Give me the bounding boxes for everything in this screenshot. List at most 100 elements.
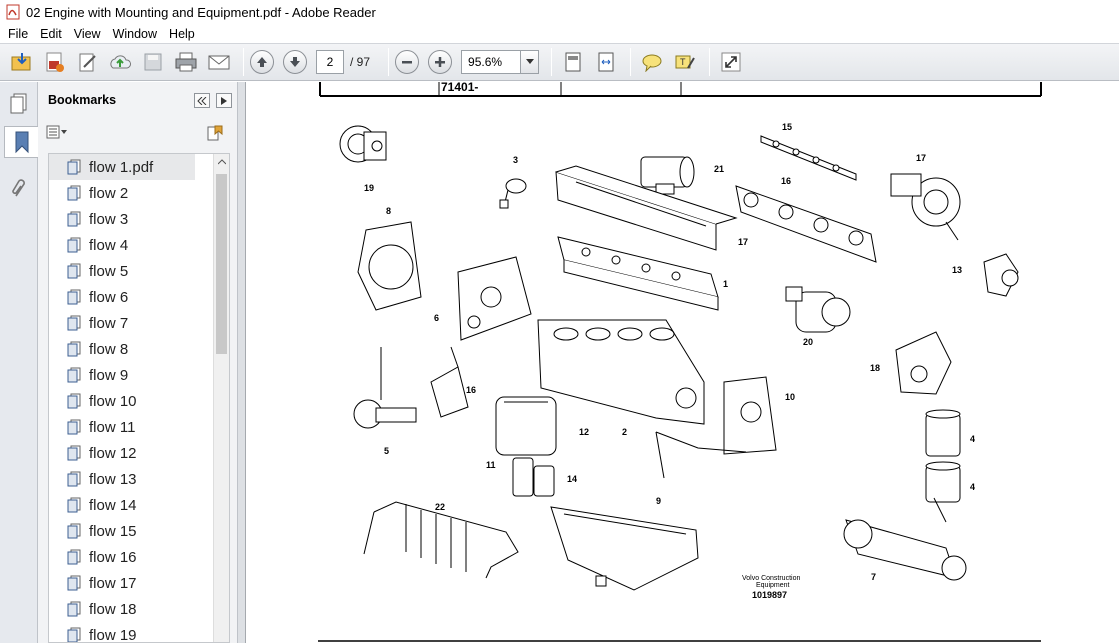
bookmark-item[interactable]: flow 6 — [49, 284, 229, 310]
bookmark-item[interactable]: flow 18 — [49, 596, 229, 622]
part-label-8: 8 — [386, 206, 392, 216]
part-7-drawing — [843, 497, 967, 581]
bookmark-page-icon — [67, 575, 81, 591]
cloud-upload-icon — [110, 55, 131, 69]
bookmark-item[interactable]: flow 5 — [49, 258, 229, 284]
scroll-up-button[interactable] — [214, 154, 229, 170]
zoom-in-button[interactable] — [428, 50, 453, 74]
bookmark-page-icon — [67, 159, 81, 175]
plus-icon — [435, 57, 446, 67]
create-pdf-button[interactable] — [39, 47, 69, 77]
arrow-down-icon — [290, 57, 300, 67]
bookmark-page-icon — [67, 497, 81, 513]
page-number-input[interactable]: 2 — [316, 50, 344, 74]
next-page-button[interactable] — [283, 50, 307, 74]
bookmark-page-icon — [67, 393, 81, 409]
fullscreen-button[interactable] — [716, 47, 746, 77]
navigation-pane-strip — [0, 82, 38, 643]
edit-pdf-button[interactable] — [72, 47, 102, 77]
previous-page-button[interactable] — [250, 50, 274, 74]
bookmark-item[interactable]: flow 14 — [49, 492, 229, 518]
toolbar-separator — [551, 48, 553, 76]
part-label-3: 3 — [513, 155, 519, 165]
menu-help[interactable]: Help — [163, 27, 201, 41]
bookmark-label: flow 7 — [89, 314, 129, 332]
bookmark-item[interactable]: flow 13 — [49, 466, 229, 492]
bookmarks-panel-button[interactable] — [4, 126, 38, 158]
bookmark-item[interactable]: flow 17 — [49, 570, 229, 596]
part-17-turbo-drawing — [890, 173, 961, 241]
part-label-4-liner: 4 — [970, 434, 976, 444]
open-file-button[interactable] — [6, 47, 36, 77]
part-10-drawing — [723, 376, 777, 455]
bookmark-item[interactable]: flow 4 — [49, 232, 229, 258]
bookmark-label: flow 15 — [89, 522, 137, 540]
drawing-id: 1019897 — [752, 590, 788, 600]
panel-splitter[interactable] — [238, 82, 246, 643]
part-2-drawing — [537, 319, 705, 425]
list-options-icon — [46, 125, 67, 139]
bookmark-item[interactable]: flow 9 — [49, 362, 229, 388]
scrollbar-thumb[interactable] — [216, 174, 227, 354]
fit-width-button[interactable] — [591, 47, 621, 77]
bookmarks-scrollbar[interactable] — [213, 154, 229, 642]
bookmark-item[interactable]: flow 10 — [49, 388, 229, 414]
part-20-drawing — [785, 286, 851, 333]
bookmark-page-icon — [67, 549, 81, 565]
printer-icon — [175, 52, 197, 72]
zoom-out-button[interactable] — [395, 50, 420, 74]
part-label-14: 14 — [567, 474, 578, 484]
menu-window[interactable]: Window — [107, 27, 163, 41]
bookmark-page-icon — [67, 367, 81, 383]
expand-bookmark-button[interactable] — [206, 124, 224, 145]
part-label-13: 13 — [952, 265, 963, 275]
upload-cloud-button[interactable] — [105, 47, 135, 77]
part-label-20: 20 — [803, 337, 814, 347]
zoom-level-input[interactable]: 95.6% — [461, 50, 522, 74]
bookmark-ribbon-icon — [15, 131, 28, 154]
bookmark-item[interactable]: flow 7 — [49, 310, 229, 336]
part-1-drawing — [557, 236, 719, 311]
print-button[interactable] — [171, 47, 201, 77]
bookmarks-header: Bookmarks — [38, 82, 237, 118]
email-button[interactable] — [204, 47, 234, 77]
bookmark-item[interactable]: flow 1.pdf — [49, 154, 195, 180]
bookmark-item[interactable]: flow 15 — [49, 518, 229, 544]
menu-view[interactable]: View — [68, 27, 107, 41]
bookmark-item[interactable]: flow 3 — [49, 206, 229, 232]
part-19-drawing — [339, 125, 387, 163]
envelope-icon — [208, 55, 230, 70]
document-view[interactable]: 19 3 21 15 17 16 8 17 1 13 6 20 18 16 10… — [246, 82, 1119, 643]
highlight-button[interactable]: T — [670, 47, 700, 77]
part-13-drawing — [983, 253, 1019, 297]
zoom-dropdown-button[interactable] — [521, 50, 540, 74]
page-total: / 97 — [350, 55, 371, 69]
page-thumbnails-button[interactable] — [4, 88, 34, 120]
bookmark-label: flow 17 — [89, 574, 137, 592]
menu-edit[interactable]: Edit — [34, 27, 68, 41]
menu-file[interactable]: File — [2, 27, 34, 41]
part-label-6: 6 — [434, 313, 440, 323]
bookmark-item[interactable]: flow 11 — [49, 414, 229, 440]
save-button[interactable] — [138, 47, 168, 77]
bookmark-item[interactable]: flow 2 — [49, 180, 229, 206]
bookmark-label: flow 19 — [89, 626, 137, 643]
caption-line2: Equipment — [756, 582, 790, 589]
highlighter-icon: T — [675, 55, 695, 69]
bookmark-item[interactable]: flow 16 — [49, 544, 229, 570]
part-4-piston-drawing — [925, 461, 961, 503]
bookmark-item[interactable]: flow 12 — [49, 440, 229, 466]
expand-panel-button[interactable] — [216, 93, 232, 108]
comment-button[interactable] — [637, 47, 667, 77]
part-label-4-piston: 4 — [970, 482, 976, 492]
part-label-15: 15 — [782, 122, 793, 132]
attachments-button[interactable] — [4, 172, 34, 204]
part-label-22: 22 — [435, 502, 446, 512]
options-menu-button[interactable] — [46, 125, 68, 139]
collapse-panel-button[interactable] — [194, 93, 210, 108]
part-label-17-turbo: 17 — [916, 153, 927, 163]
bookmark-item[interactable]: flow 8 — [49, 336, 229, 362]
bookmark-label: flow 12 — [89, 444, 137, 462]
bookmark-item[interactable]: flow 19 — [49, 622, 229, 643]
fit-page-button[interactable] — [558, 47, 588, 77]
